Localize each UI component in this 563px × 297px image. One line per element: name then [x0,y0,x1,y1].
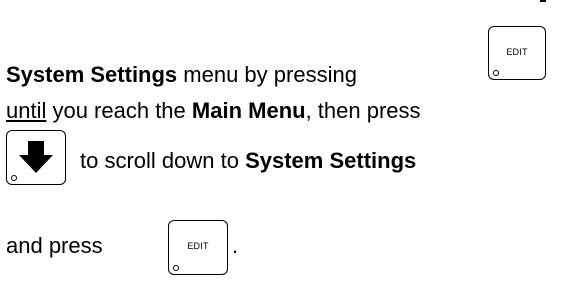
period-text: . [232,233,239,258]
key-indicator-led [493,70,499,76]
system-settings-target-text: System Settings [245,148,417,173]
edit-key-label: EDIT [506,47,528,57]
instruction-line-3: to scroll down to System Settings [80,148,416,174]
then-press-text: , then press [305,98,421,123]
edit-key-label: EDIT [187,241,209,251]
system-settings-text: System Settings [6,62,178,87]
page-edge-mark [540,0,546,2]
instruction-line-1: System Settings menu by pressing [6,62,357,88]
you-reach-the-text: you reach the [46,98,192,123]
until-text: until [6,98,47,123]
key-indicator-led [11,175,17,181]
instruction-line-2: until you reach the Main Menu, then pres… [6,98,421,124]
edit-key-1[interactable]: EDIT [488,26,546,80]
instruction-line-4: and press [6,233,103,259]
edit-key-2[interactable]: EDIT [168,220,228,275]
main-menu-text: Main Menu [191,98,306,123]
down-arrow-key[interactable] [6,130,66,185]
key-indicator-led [173,265,179,271]
and-press-text: and press [6,233,103,258]
menu-by-pressing-text: menu by pressing [177,62,357,87]
to-scroll-down-text: to scroll down to [80,148,246,173]
